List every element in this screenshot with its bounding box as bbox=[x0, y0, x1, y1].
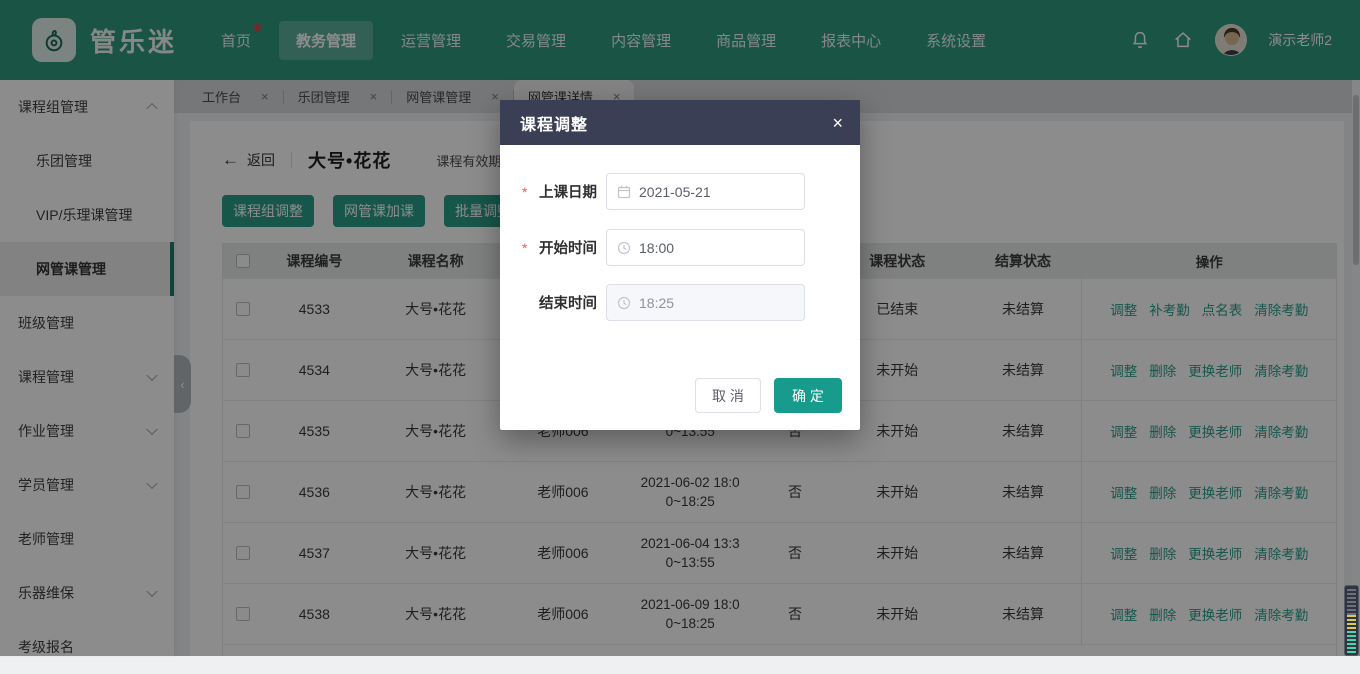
modal-title: 课程调整 bbox=[520, 111, 588, 135]
field-label: 结束时间 bbox=[533, 292, 597, 313]
end-time-input: 18:25 bbox=[606, 284, 805, 321]
confirm-button[interactable]: 确 定 bbox=[774, 378, 842, 413]
modal-field-2: *开始时间 18:00 bbox=[522, 229, 860, 266]
date-input[interactable]: 2021-05-21 bbox=[606, 173, 805, 210]
meter-yellow-bars bbox=[1347, 615, 1356, 631]
required-asterisk: * bbox=[522, 240, 530, 256]
meter-gray-bars bbox=[1347, 589, 1356, 615]
modal-footer: 取 消 确 定 bbox=[695, 378, 842, 413]
cancel-button[interactable]: 取 消 bbox=[695, 378, 761, 413]
input-value: 2021-05-21 bbox=[639, 184, 711, 200]
start-time-input[interactable]: 18:00 bbox=[606, 229, 805, 266]
close-icon[interactable]: × bbox=[832, 114, 843, 132]
course-adjust-modal: 课程调整 × *上课日期2021-05-21*开始时间18:00结束时间18:2… bbox=[500, 100, 860, 430]
input-value: 18:25 bbox=[639, 295, 674, 311]
modal-header: 课程调整 × bbox=[500, 100, 860, 145]
clock-icon bbox=[617, 241, 631, 255]
modal-field-3: 结束时间 18:25 bbox=[522, 284, 860, 321]
meter-teal-bars bbox=[1347, 631, 1356, 654]
input-value: 18:00 bbox=[639, 240, 674, 256]
field-label: 上课日期 bbox=[533, 181, 597, 202]
field-label: 开始时间 bbox=[533, 237, 597, 258]
required-asterisk: * bbox=[522, 184, 530, 200]
clock-icon bbox=[617, 296, 631, 310]
modal-field-1: *上课日期 2021-05-21 bbox=[522, 173, 860, 210]
calendar-icon bbox=[617, 185, 631, 199]
modal-body: *上课日期2021-05-21*开始时间18:00结束时间18:25 bbox=[500, 173, 860, 321]
mini-meter-widget[interactable] bbox=[1344, 585, 1359, 656]
